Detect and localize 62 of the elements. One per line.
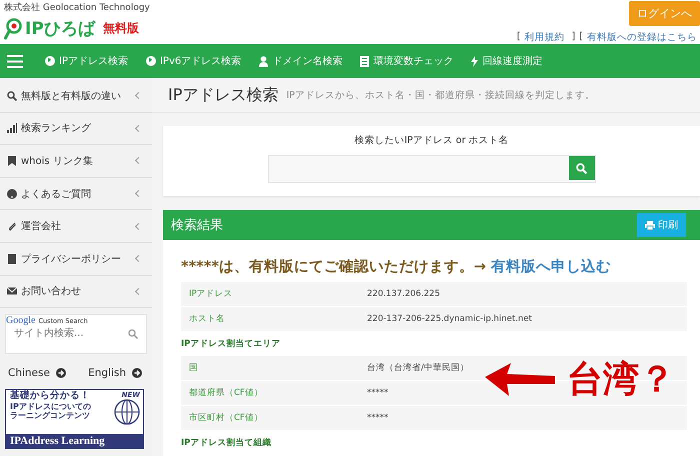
banner-text: 基礎から分かる！ <box>10 391 91 402</box>
question-circle-icon <box>7 188 17 199</box>
person-icon <box>259 56 268 66</box>
field-label: 国 <box>188 362 199 374</box>
sidebar-item-label: お問い合わせ <box>21 285 82 298</box>
field-label: ホスト名 <box>188 313 226 325</box>
language-link[interactable]: English <box>88 367 142 380</box>
notice-text: *****は、有料版にてご確認いただけます。→ <box>181 259 486 275</box>
site-search-field[interactable]: サイト内検索... <box>14 326 128 342</box>
language-link[interactable]: Chinese <box>8 367 66 380</box>
nav-link-label: ドメイン名検索 <box>272 54 342 68</box>
bar-chart-icon <box>7 123 17 134</box>
annotation-text: 台湾？ <box>567 362 675 398</box>
bracket-text: [ <box>579 31 583 44</box>
sidebar-item-label: whois リンク集 <box>21 154 94 168</box>
bracket-text: ] <box>572 31 576 44</box>
field-label: IPアドレス <box>188 288 234 300</box>
sidebar-item-label: 検索ランキング <box>21 122 92 136</box>
magnifier-pin-icon <box>4 18 22 40</box>
banner-text: ラーニングコンテンツ <box>10 411 91 420</box>
search-icon <box>7 90 17 101</box>
company-name: 株式会社 Geolocation Technology <box>4 2 150 14</box>
edition-label: 無料版 <box>102 20 139 37</box>
bookmark-icon <box>7 156 17 166</box>
section-heading: IPアドレス割当てエリア <box>181 338 280 350</box>
section-heading: IPアドレス割当て組織 <box>181 437 272 449</box>
field-value: ***** <box>367 413 388 423</box>
search-icon[interactable] <box>128 328 138 339</box>
field-label: 都道府県（CF値） <box>188 387 264 399</box>
field-value: ***** <box>367 388 388 398</box>
nav-link-label: IPv6アドレス検索 <box>160 54 242 68</box>
search-label: 検索したいIPアドレス or ホスト名 <box>354 134 509 147</box>
sidebar-item-label: よくあるご質問 <box>21 188 92 201</box>
nav-link-label: 環境変数チェック <box>373 54 454 68</box>
field-value: 220.137.206.225 <box>367 289 440 299</box>
printer-icon <box>645 220 655 230</box>
google-logo: Google <box>6 315 36 326</box>
document-icon <box>360 56 370 66</box>
page-subtitle: IPアドレスから、ホスト名・国・都道府県・接続回線を判定します。 <box>286 88 595 102</box>
banner-title: IPAddress Learning <box>6 434 143 448</box>
bolt-icon <box>471 56 478 66</box>
menu-icon[interactable] <box>7 54 23 68</box>
nav-link-label: 回線速度測定 <box>482 54 542 68</box>
arrow-circle-icon <box>132 368 142 378</box>
field-label: 市区町村（CF値） <box>188 412 264 424</box>
sidebar-item-label: プライバシーポリシー <box>21 252 122 266</box>
header-link[interactable]: 利用規約 <box>524 31 565 44</box>
results-title: 検索結果 <box>171 217 223 234</box>
header-link[interactable]: 有料版への登録はこちら <box>587 31 697 44</box>
envelope-icon <box>7 286 17 296</box>
banner-text: IPアドレスについての <box>10 402 91 412</box>
arrow-icon <box>485 363 555 397</box>
bracket-text: [ <box>516 31 521 44</box>
page-title: IPアドレス検索 <box>168 84 278 106</box>
nav-link-label: IPアドレス検索 <box>59 54 128 68</box>
arrow-circle-icon <box>56 368 66 378</box>
upgrade-link[interactable]: 有料版へ申し込む <box>491 259 612 275</box>
logo-text: IPひろば <box>25 18 95 40</box>
sidebar-item-label: 運営会社 <box>21 220 62 234</box>
field-value: 台湾（台湾省/中華民国） <box>367 362 469 374</box>
sidebar-item-label: 無料版と有料版の違い <box>21 90 122 103</box>
field-value: 220-137-206-225.dynamic-ip.hinet.net <box>367 314 532 324</box>
